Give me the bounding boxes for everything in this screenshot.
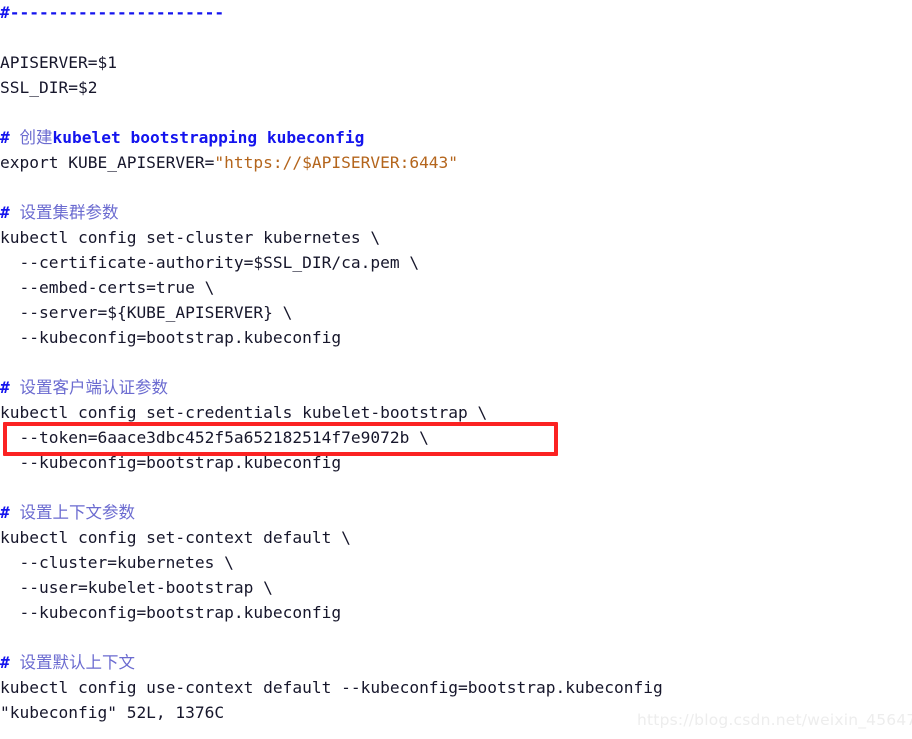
- code-token-cn: 创建: [19, 128, 53, 147]
- code-line-3: APISERVER=$1: [0, 50, 117, 75]
- code-token-cn: 设置默认上下文: [19, 653, 136, 672]
- code-line-6: # 创建kubelet bootstrapping kubeconfig: [0, 125, 364, 150]
- csdn-watermark: https://blog.csdn.net/weixin_45647891: [637, 711, 912, 729]
- code-token-code: APISERVER=$1: [0, 53, 117, 72]
- code-line-21: # 设置上下文参数: [0, 500, 135, 525]
- code-line-25: --kubeconfig=bootstrap.kubeconfig: [0, 600, 341, 625]
- code-line-11: --certificate-authority=$SSL_DIR/ca.pem …: [0, 250, 419, 275]
- code-line-17: kubectl config set-credentials kubelet-b…: [0, 400, 487, 425]
- code-token-code: --kubeconfig=bootstrap.kubeconfig: [0, 603, 342, 622]
- code-line-27: # 设置默认上下文: [0, 650, 135, 675]
- code-token-comment: #: [0, 203, 20, 222]
- code-token-code: kubectl config set-credentials kubelet-b…: [0, 403, 488, 422]
- code-line-14: --kubeconfig=bootstrap.kubeconfig: [0, 325, 341, 350]
- code-line-16: # 设置客户端认证参数: [0, 375, 168, 400]
- code-line-9: # 设置集群参数: [0, 200, 119, 225]
- code-line-7: export KUBE_APISERVER="https://$APISERVE…: [0, 150, 458, 175]
- code-line-1: #----------------------: [0, 0, 224, 25]
- code-token-code: --kubeconfig=bootstrap.kubeconfig: [0, 328, 342, 347]
- code-line-24: --user=kubelet-bootstrap \: [0, 575, 273, 600]
- code-token-cn: 设置集群参数: [19, 203, 119, 222]
- code-line-18: --token=6aace3dbc452f5a652182514f7e9072b…: [0, 425, 429, 450]
- code-token-code: --certificate-authority=$SSL_DIR/ca.pem …: [0, 253, 420, 272]
- code-token-comment: #----------------------: [0, 3, 225, 22]
- code-token-code: --cluster=kubernetes \: [0, 553, 234, 572]
- code-token-code: export KUBE_APISERVER=: [0, 153, 215, 172]
- code-line-22: kubectl config set-context default \: [0, 525, 351, 550]
- code-line-12: --embed-certs=true \: [0, 275, 214, 300]
- code-token-code: --server=${KUBE_APISERVER} \: [0, 303, 293, 322]
- code-token-cn: 设置上下文参数: [19, 503, 136, 522]
- code-editor-surface: #---------------------- APISERVER=$1 SSL_D…: [0, 0, 912, 739]
- code-line-13: --server=${KUBE_APISERVER} \: [0, 300, 292, 325]
- code-token-code: kubectl config set-cluster kubernetes \: [0, 228, 381, 247]
- code-token-code: kubectl config set-context default \: [0, 528, 351, 547]
- code-line-19: --kubeconfig=bootstrap.kubeconfig: [0, 450, 341, 475]
- code-token-code: kubectl config use-context default --kub…: [0, 678, 663, 697]
- code-token-comment: #: [0, 378, 20, 397]
- code-line-28: kubectl config use-context default --kub…: [0, 675, 663, 700]
- code-line-4: SSL_DIR=$2: [0, 75, 97, 100]
- code-line-29: "kubeconfig" 52L, 1376C: [0, 700, 224, 725]
- code-token-code: --embed-certs=true \: [0, 278, 215, 297]
- code-token-comment: kubelet bootstrapping kubeconfig: [52, 128, 365, 147]
- code-token-comment: #: [0, 503, 20, 522]
- code-line-23: --cluster=kubernetes \: [0, 550, 234, 575]
- code-token-cn: 设置客户端认证参数: [19, 378, 169, 397]
- code-token-code: --token=6aace3dbc452f5a652182514f7e9072b…: [0, 428, 429, 447]
- code-token-code: SSL_DIR=$2: [0, 78, 98, 97]
- code-token-comment: #: [0, 653, 20, 672]
- code-token-code: --user=kubelet-bootstrap \: [0, 578, 273, 597]
- code-token-comment: #: [0, 128, 20, 147]
- code-line-10: kubectl config set-cluster kubernetes \: [0, 225, 380, 250]
- code-token-status: "kubeconfig" 52L, 1376C: [0, 703, 225, 722]
- code-token-string: "https://$APISERVER:6443": [214, 153, 459, 172]
- code-token-code: --kubeconfig=bootstrap.kubeconfig: [0, 453, 342, 472]
